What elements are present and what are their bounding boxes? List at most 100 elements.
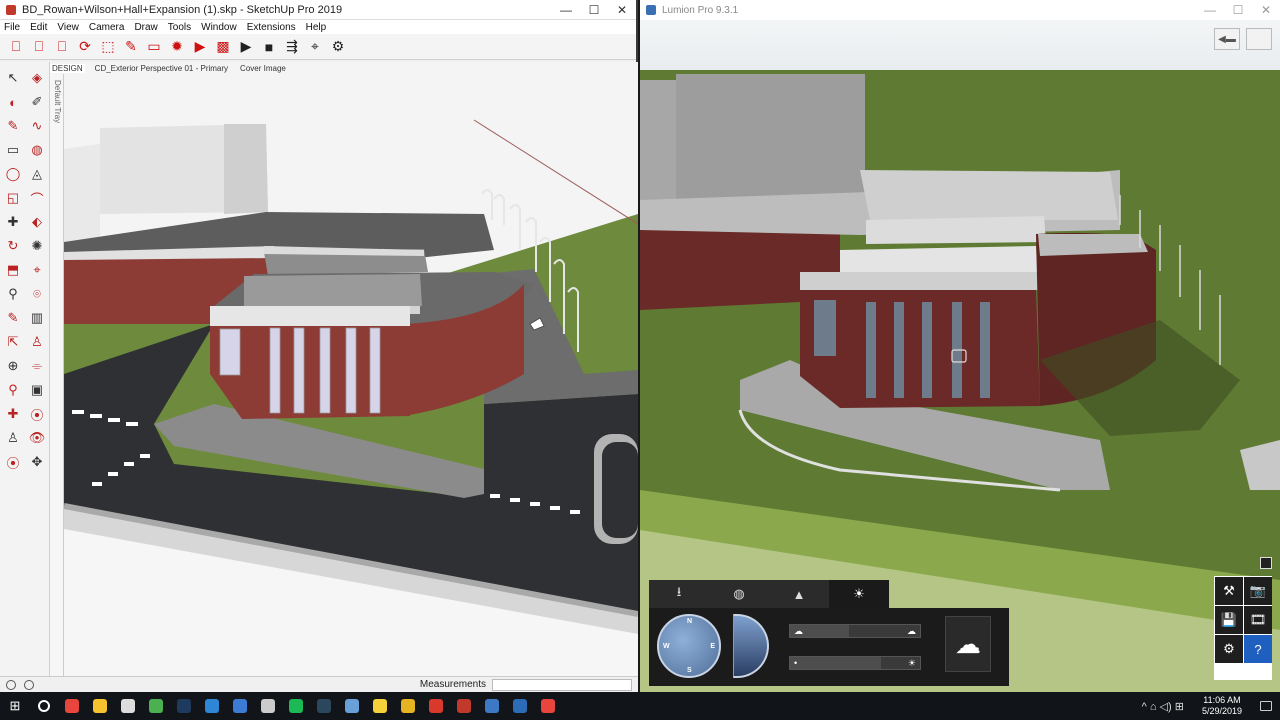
clock[interactable]: 11:06 AM 5/29/2019 (1202, 695, 1242, 717)
sticky-notes-icon[interactable] (366, 692, 394, 720)
play-icon[interactable]: ▶ (236, 37, 256, 57)
menu-camera[interactable]: Camera (89, 22, 125, 33)
lumion-close-button[interactable]: ✕ (1252, 3, 1280, 17)
folders-icon[interactable] (394, 692, 422, 720)
left-tool-16-icon[interactable]: ⬒ (1, 258, 25, 282)
import-icon[interactable]: ⭳ (649, 580, 709, 608)
menu-help[interactable]: Help (306, 22, 327, 33)
left-tool-26-icon[interactable]: ⚲ (1, 378, 25, 402)
close-button[interactable]: ✕ (608, 3, 636, 17)
left-tool-4-icon[interactable]: ✎ (1, 114, 25, 138)
settings-icon[interactable]: ⚙ (328, 37, 348, 57)
measurements-input[interactable] (492, 678, 632, 691)
stop-icon[interactable]: ■ (259, 37, 279, 57)
styles-icon[interactable]: ⟳ (75, 37, 95, 57)
tray-icons[interactable]: ^ ⌂ ◁) ⊞ (1142, 700, 1184, 713)
menu-file[interactable]: File (4, 22, 20, 33)
help-icon[interactable]: ? (1244, 635, 1272, 663)
spotify-icon[interactable] (282, 692, 310, 720)
help-icon[interactable] (24, 679, 34, 690)
left-tool-27-icon[interactable]: ▣ (25, 378, 49, 402)
left-tool-10-icon[interactable]: ◱ (1, 186, 25, 210)
minimize-button[interactable]: — (552, 3, 580, 17)
left-tool-18-icon[interactable]: ⚲ (1, 282, 25, 306)
sidebar-toggle-button[interactable]: ◀▬ (1214, 28, 1240, 50)
folder-icon[interactable]: ▭ (144, 37, 164, 57)
ruby-icon[interactable]: ▩ (213, 37, 233, 57)
layout-icon-2[interactable]: ⎕ (29, 37, 49, 57)
maximize-button[interactable]: ☐ (580, 3, 608, 17)
left-tool-8-icon[interactable]: ◯ (1, 162, 25, 186)
lumion-maximize-button[interactable]: ☐ (1224, 3, 1252, 17)
edge-icon[interactable] (198, 692, 226, 720)
small-toggle-button[interactable] (1260, 557, 1272, 569)
section-icon[interactable]: ⎕ (52, 37, 72, 57)
cloud-preset-button[interactable]: ☁ (945, 616, 991, 672)
left-tool-17-icon[interactable]: ⌖ (25, 258, 49, 282)
left-tool-28-icon[interactable]: ✚ (1, 402, 25, 426)
photo-mode-icon[interactable]: 📷 (1244, 577, 1272, 605)
left-tool-32-icon[interactable]: ⦿ (1, 450, 25, 474)
notifications-icon[interactable] (1252, 692, 1280, 720)
dashed-select-icon[interactable]: ⬚ (98, 37, 118, 57)
settings-icon[interactable]: ⚙ (1215, 635, 1243, 663)
cloud-amount-slider[interactable]: ☁ ☁ (789, 624, 921, 638)
sketchup-viewport[interactable] (64, 74, 638, 676)
search-icon[interactable] (30, 692, 58, 720)
menu-extensions[interactable]: Extensions (247, 22, 296, 33)
left-tool-7-icon[interactable]: ◍ (25, 138, 49, 162)
left-tool-21-icon[interactable]: ▥ (25, 306, 49, 330)
left-tool-6-icon[interactable]: ▭ (1, 138, 25, 162)
left-tool-15-icon[interactable]: ✺ (25, 234, 49, 258)
left-tool-12-icon[interactable]: ✚ (1, 210, 25, 234)
chrome-2-icon[interactable] (534, 692, 562, 720)
left-tool-24-icon[interactable]: ⊕ (1, 354, 25, 378)
paint-icon[interactable]: ✎ (121, 37, 141, 57)
tab-cover-image[interactable]: Cover Image (238, 64, 288, 73)
sun-brightness-slider[interactable]: • ☀ (789, 656, 921, 670)
left-tool-23-icon[interactable]: ♙ (25, 330, 49, 354)
default-tray-strip[interactable]: Default Tray (50, 74, 64, 676)
left-tool-14-icon[interactable]: ↻ (1, 234, 25, 258)
steam-icon[interactable] (310, 692, 338, 720)
calculator-icon[interactable] (254, 692, 282, 720)
camtasia-icon[interactable] (142, 692, 170, 720)
export-icon[interactable]: ⇶ (282, 37, 302, 57)
weather-icon[interactable]: ☀ (829, 580, 889, 608)
build-mode-icon[interactable]: ⚒ (1215, 577, 1243, 605)
remote-icon[interactable] (478, 692, 506, 720)
video-icon[interactable]: ▶ (190, 37, 210, 57)
mail-icon[interactable] (226, 692, 254, 720)
sun-height-dial[interactable] (733, 614, 769, 678)
left-tool-25-icon[interactable]: ⌯ (25, 354, 49, 378)
unity-icon[interactable] (114, 692, 142, 720)
left-tool-11-icon[interactable]: ⌒ (25, 186, 49, 210)
menu-edit[interactable]: Edit (30, 22, 47, 33)
photoshop-icon[interactable] (170, 692, 198, 720)
material-icon[interactable]: ◍ (709, 580, 769, 608)
left-tool-19-icon[interactable]: ⌾ (25, 282, 49, 306)
save-icon[interactable]: 💾 (1215, 606, 1243, 634)
menu-window[interactable]: Window (201, 22, 237, 33)
chrome-icon[interactable] (58, 692, 86, 720)
left-tool-13-icon[interactable]: ⬖ (25, 210, 49, 234)
menu-draw[interactable]: Draw (134, 22, 157, 33)
left-tool-5-icon[interactable]: ∿ (25, 114, 49, 138)
left-tool-2-icon[interactable]: ◐ (1, 90, 25, 114)
tab-exterior-perspective[interactable]: CD_Exterior Perspective 01 - Primary (93, 64, 230, 73)
sun-direction-compass[interactable]: N E S W (657, 614, 721, 678)
start-button[interactable]: ⊞ (0, 692, 30, 720)
sketchup-icon[interactable] (422, 692, 450, 720)
left-tool-22-icon[interactable]: ⇱ (1, 330, 25, 354)
left-tool-30-icon[interactable]: ♙ (1, 426, 25, 450)
fullscreen-button[interactable] (1246, 28, 1272, 50)
camera-icon[interactable]: ⌖ (305, 37, 325, 57)
left-tool-31-icon[interactable]: 👁 (25, 426, 49, 450)
left-tool-3-icon[interactable]: ✐ (25, 90, 49, 114)
gear-red-icon[interactable]: ✹ (167, 37, 187, 57)
left-tool-9-icon[interactable]: ◬ (25, 162, 49, 186)
layout-icon[interactable]: ⎕ (6, 37, 26, 57)
info-icon[interactable] (6, 679, 16, 690)
left-tool-1-icon[interactable]: ◈ (25, 66, 49, 90)
left-tool-20-icon[interactable]: ✎ (1, 306, 25, 330)
